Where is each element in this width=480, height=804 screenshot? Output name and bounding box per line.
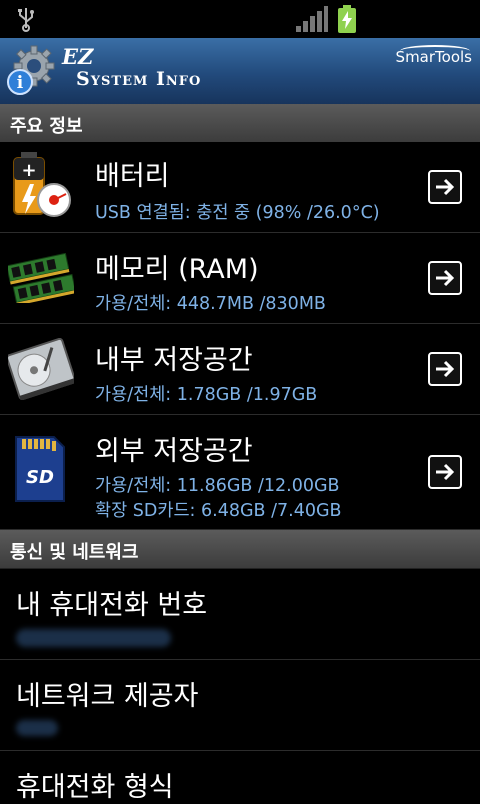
section-header-network: 통신 및 네트워크 [0, 530, 480, 569]
svg-text:+: + [21, 160, 36, 181]
list-item-phone-type[interactable]: 휴대전화 형식 [0, 751, 480, 803]
item-title: 내 휴대전화 번호 [16, 590, 208, 621]
list-item-internal-storage[interactable]: 내부 저장공간 가용/전체: 1.78GB /1.97GB [0, 324, 480, 415]
brand-label: SmarTools [395, 48, 472, 66]
battery-charging-icon [338, 5, 356, 33]
app-logo-gear-info-icon: i [7, 45, 55, 95]
redacted-value [16, 720, 58, 736]
arrow-right-icon[interactable] [428, 170, 462, 204]
list-item-battery[interactable]: + 배터리 USB 연결됨: 충전 중 (98% /26.0°C) [0, 142, 480, 233]
item-title: 배터리 [95, 161, 170, 192]
status-bar [0, 0, 480, 38]
item-title: 내부 저장공간 [95, 345, 253, 376]
item-title: 휴대전화 형식 [16, 772, 174, 803]
svg-text:SD: SD [26, 467, 54, 488]
arrow-right-icon[interactable] [428, 261, 462, 295]
battery-icon: + [13, 152, 71, 217]
item-subtitle: 가용/전체: 1.78GB /1.97GB [95, 385, 318, 405]
item-subtitle: 가용/전체: 448.7MB /830MB [95, 294, 326, 314]
section-title: 통신 및 네트워크 [10, 542, 139, 563]
svg-text:i: i [17, 73, 24, 93]
section-header-main-info: 주요 정보 [0, 104, 480, 143]
list-item-phone-number[interactable]: 내 휴대전화 번호 [0, 569, 480, 660]
app-title-line1: EZ [62, 44, 94, 69]
item-subtitle: 가용/전체: 11.86GB /12.00GB [95, 476, 340, 496]
section-title: 주요 정보 [10, 116, 83, 137]
list-item-memory[interactable]: 메모리 (RAM) 가용/전체: 448.7MB /830MB [0, 233, 480, 324]
arrow-right-icon[interactable] [428, 455, 462, 489]
list-item-external-storage[interactable]: SD 외부 저장공간 가용/전체: 11.86GB /12.00GB 확장 SD… [0, 415, 480, 530]
list-item-network-provider[interactable]: 네트워크 제공자 [0, 660, 480, 751]
signal-icon [296, 6, 328, 32]
hard-drive-icon [8, 338, 74, 400]
sd-card-icon: SD [15, 436, 65, 502]
usb-icon [18, 8, 34, 32]
item-subtitle: USB 연결됨: 충전 중 (98% /26.0°C) [95, 203, 380, 223]
memory-ram-icon [8, 253, 74, 303]
item-title: 외부 저장공간 [95, 436, 253, 467]
item-title: 네트워크 제공자 [16, 681, 199, 712]
app-title-line2: System Info [76, 68, 202, 90]
redacted-value [16, 629, 171, 647]
item-title: 메모리 (RAM) [95, 254, 259, 285]
app-header: i EZ System Info SmarTools [0, 38, 480, 104]
item-subtitle-secondary: 확장 SD카드: 6.48GB /7.40GB [95, 501, 342, 521]
arrow-right-icon[interactable] [428, 352, 462, 386]
